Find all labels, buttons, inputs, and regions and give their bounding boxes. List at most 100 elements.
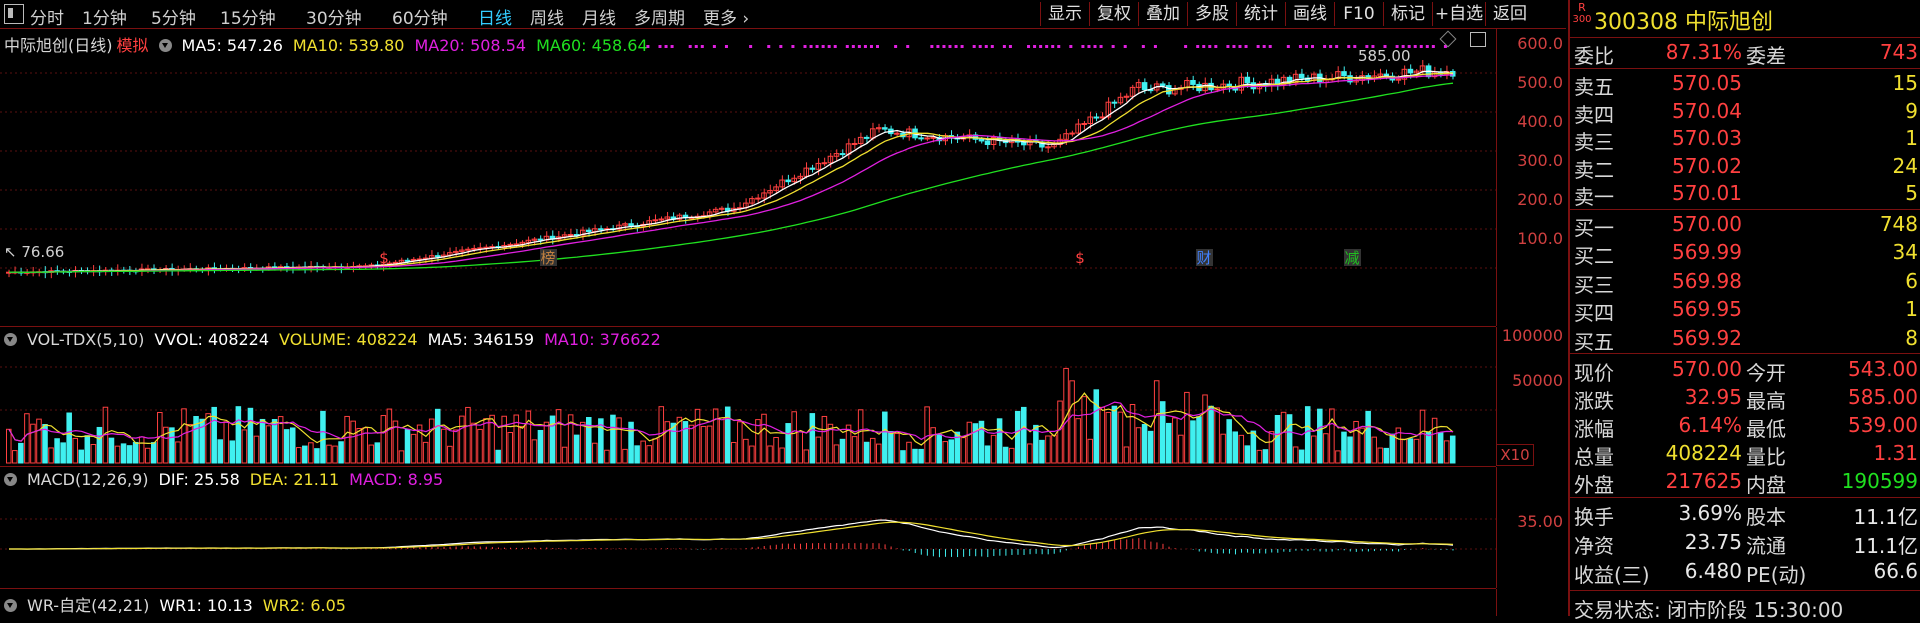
toolbar-button-1[interactable]: 复权 bbox=[1089, 2, 1138, 26]
signal-dot bbox=[1419, 45, 1423, 48]
row-value2: 748 bbox=[1879, 212, 1918, 236]
toolbar-button-6[interactable]: F10 bbox=[1334, 2, 1383, 26]
ma-line bbox=[8, 70, 1454, 273]
volume-chart[interactable] bbox=[0, 327, 1496, 466]
bid-row: 买四 569.95 1 bbox=[1570, 297, 1920, 325]
volume-bar bbox=[682, 421, 689, 464]
volume-bar bbox=[223, 421, 230, 464]
signal-dot bbox=[1141, 45, 1145, 48]
signal-dot bbox=[1153, 45, 1157, 48]
volume-bar bbox=[1099, 406, 1106, 464]
candle bbox=[1190, 79, 1196, 85]
period-tab-6[interactable]: 日线 bbox=[478, 4, 512, 29]
fundamental-row: 换手 3.69% 股本 11.1亿 bbox=[1570, 501, 1920, 529]
macd-panel[interactable]: MACD(12,26,9) DIF: 25.58 DEA: 21.11 MACD: 8… bbox=[0, 467, 1496, 589]
volume-bar bbox=[694, 408, 701, 464]
fundamental-row: 收益(三) 6.480 PE(动) 66.6 bbox=[1570, 559, 1920, 587]
ask-row: 卖三 570.03 1 bbox=[1570, 126, 1920, 155]
menu-icon[interactable] bbox=[4, 4, 24, 24]
weibi-label: 委比 bbox=[1574, 44, 1614, 68]
volume-bar bbox=[1317, 408, 1323, 464]
period-tab-8[interactable]: 月线 bbox=[582, 4, 616, 29]
toolbar-button-9[interactable]: 返回 bbox=[1485, 2, 1534, 26]
toolbar-button-8[interactable]: +自选 bbox=[1432, 2, 1485, 26]
row-label: 总量 bbox=[1574, 445, 1614, 469]
volume-bar bbox=[948, 439, 955, 464]
toolbar-button-4[interactable]: 统计 bbox=[1236, 2, 1285, 26]
volume-bar bbox=[78, 449, 85, 464]
period-tab-2[interactable]: 5分钟 bbox=[151, 4, 196, 29]
period-tab-10[interactable]: 更多 › bbox=[703, 4, 749, 29]
row-label: 卖三 bbox=[1574, 130, 1614, 155]
volume-bar bbox=[1274, 414, 1281, 464]
candle bbox=[930, 136, 936, 139]
volume-bar bbox=[900, 450, 906, 464]
candle bbox=[652, 219, 658, 222]
volume-bar bbox=[120, 443, 127, 464]
volume-bar bbox=[1184, 391, 1190, 464]
row-label2: 股本 bbox=[1746, 505, 1786, 529]
quote-panel: R 300 300308 中际旭创 委比 87.31% 委差 743 卖五 570.… bbox=[1568, 0, 1920, 622]
volume-bar bbox=[724, 406, 731, 464]
candle bbox=[882, 127, 888, 130]
toolbar-button-5[interactable]: 画线 bbox=[1285, 2, 1334, 26]
period-tab-1[interactable]: 1分钟 bbox=[82, 4, 127, 29]
candle bbox=[821, 162, 828, 165]
period-tab-9[interactable]: 多周期 bbox=[634, 4, 685, 29]
signal-dot bbox=[724, 45, 728, 48]
volume-bar bbox=[1208, 405, 1214, 464]
toolbar-button-3[interactable]: 多股 bbox=[1187, 2, 1236, 26]
signal-dot bbox=[1057, 45, 1061, 48]
collapse-icon[interactable] bbox=[4, 599, 17, 612]
row-value: 570.04 bbox=[1672, 98, 1742, 123]
period-tab-5[interactable]: 60分钟 bbox=[392, 4, 448, 29]
row-value2: 585.00 bbox=[1848, 385, 1918, 409]
toolbar-button-2[interactable]: 叠加 bbox=[1138, 2, 1187, 26]
macd-chart[interactable] bbox=[0, 467, 1496, 588]
volume-bar bbox=[1008, 447, 1015, 464]
row-value: 569.95 bbox=[1672, 297, 1742, 322]
volume-bar bbox=[857, 409, 864, 464]
candle bbox=[628, 223, 634, 227]
volume-panel[interactable]: VOL-TDX(5,10) VVOL: 408224 VOLUME: 408224 M… bbox=[0, 327, 1496, 467]
candle bbox=[1045, 146, 1051, 149]
quote-row: 外盘 217625 内盘 190599 bbox=[1570, 469, 1920, 497]
kline-panel[interactable]: 中际旭创(日线) 模拟 MA5: 547.26 MA10: 539.80 MA20: 5… bbox=[0, 29, 1496, 327]
volume-bar bbox=[525, 410, 532, 464]
volume-bar bbox=[1226, 419, 1232, 464]
volume-bar bbox=[126, 445, 133, 464]
stock-code: 300308 bbox=[1594, 10, 1678, 35]
volume-bar bbox=[422, 441, 429, 464]
axis-tick: 100000 bbox=[1501, 326, 1563, 345]
axis-tick: 50000 bbox=[1512, 371, 1563, 390]
signal-dot bbox=[1268, 45, 1272, 48]
candle bbox=[537, 238, 544, 241]
low-label: ↖ 76.66 bbox=[4, 243, 64, 261]
expand-icon[interactable] bbox=[1470, 32, 1486, 47]
row-value2: 190599 bbox=[1841, 469, 1918, 493]
period-tab-4[interactable]: 30分钟 bbox=[306, 4, 362, 29]
kline-chart[interactable]: 585.00 ↖ 76.66 $ 榜 $ 财 减 bbox=[0, 29, 1496, 326]
signal-dot bbox=[712, 45, 716, 48]
toolbar-button-7[interactable]: 标记 bbox=[1383, 2, 1432, 26]
scale-x10-button[interactable]: X10 bbox=[1496, 444, 1534, 466]
toolbar-button-0[interactable]: 显示 bbox=[1040, 2, 1089, 26]
event-marker-label: 榜 bbox=[540, 249, 555, 267]
candle bbox=[658, 218, 665, 221]
volume-bar bbox=[501, 415, 507, 464]
volume-bar bbox=[296, 447, 302, 464]
volume-bar bbox=[1413, 438, 1420, 464]
period-tab-3[interactable]: 15分钟 bbox=[220, 4, 276, 29]
volume-bar bbox=[984, 445, 991, 464]
row-value2: 1 bbox=[1905, 297, 1918, 322]
row-label: 买五 bbox=[1574, 329, 1614, 354]
candle bbox=[1069, 132, 1075, 135]
volume-bar bbox=[592, 442, 598, 464]
row-value: 569.92 bbox=[1672, 325, 1742, 350]
volume-bar bbox=[851, 436, 858, 464]
wr-panel[interactable]: WR-自定(42,21) WR1: 10.13 WR2: 6.05 bbox=[0, 589, 1496, 616]
row-label: 卖二 bbox=[1574, 157, 1614, 182]
period-tab-0[interactable]: 分时 bbox=[30, 4, 64, 29]
candle bbox=[755, 197, 761, 200]
period-tab-7[interactable]: 周线 bbox=[530, 4, 564, 29]
